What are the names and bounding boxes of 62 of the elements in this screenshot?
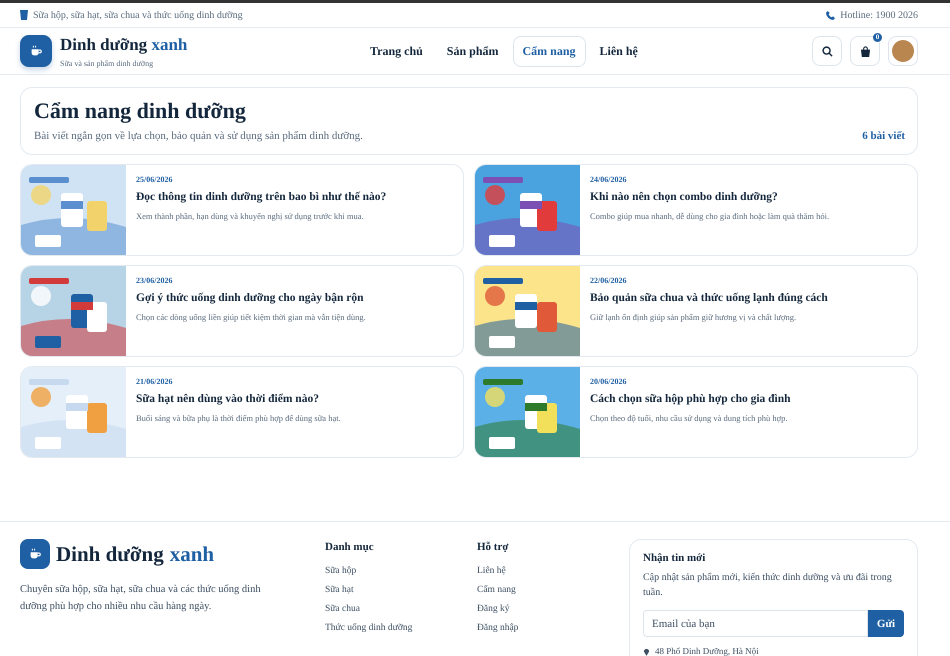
avatar-icon xyxy=(892,40,914,62)
article-date: 20/06/2026 xyxy=(590,377,628,386)
phone-icon xyxy=(826,10,836,20)
article-summary: Chọn theo độ tuổi, nhu cầu sử dụng và dung tích phù hợp. xyxy=(590,413,789,423)
article-card[interactable]: 23/06/2026 Gợi ý thức uống dinh dưỡng cho ngày bận rộn Chọn các dòng uống liền giúp tiết kiệm thời gian mà vẫn tiện dùng. xyxy=(20,265,464,357)
cup-logo-icon xyxy=(20,539,50,569)
footer-link[interactable]: Sữa chua xyxy=(325,604,477,614)
article-summary: Chọn các dòng uống liền giúp tiết kiệm thời gian mà vẫn tiện dùng. xyxy=(136,312,366,322)
article-summary: Buổi sáng và bữa phụ là thời điểm phù hợp để dùng sữa hạt. xyxy=(136,413,341,423)
article-card[interactable]: 20/06/2026 Cách chọn sữa hộp phù hợp cho gia đình Chọn theo độ tuổi, nhu cầu sử dụng và dung tích phù hợp. xyxy=(474,366,918,458)
search-button[interactable] xyxy=(812,36,842,66)
account-button[interactable] xyxy=(888,36,918,66)
article-title[interactable]: Khi nào nên chọn combo dinh dưỡng? xyxy=(590,191,830,203)
footer-heading: Hỗ trợ xyxy=(477,541,510,553)
footer-link[interactable]: Đăng ký xyxy=(477,604,629,614)
page-title: Cẩm nang dinh dưỡng xyxy=(34,98,247,124)
footer-link[interactable]: Đăng nhập xyxy=(477,623,629,633)
brand-subtitle: Sữa và sản phẩm dinh dưỡng xyxy=(60,58,154,68)
nav-link[interactable]: Trang chủ xyxy=(360,36,433,66)
brand-name[interactable]: Dinh dưỡng xanh xyxy=(60,34,188,54)
footer-link[interactable]: Sữa hộp xyxy=(325,566,477,576)
article-date: 25/06/2026 xyxy=(136,175,174,184)
article-summary: Combo giúp mua nhanh, dễ dùng cho gia đình hoặc làm quà thăm hỏi. xyxy=(590,211,830,221)
send-button[interactable]: Gửi xyxy=(868,610,904,637)
article-card[interactable]: 25/06/2026 Đọc thông tin dinh dưỡng trên bao bì như thế nào? Xem thành phần, hạn dùng và khuyến nghị sử dụng trước khi mua. xyxy=(20,164,464,256)
article-date: 21/06/2026 xyxy=(136,377,174,386)
article-card[interactable]: 22/06/2026 Bảo quản sữa chua và thức uống lạnh đúng cách Giữ lạnh ổn định giúp sản phẩm giữ hương vị và chất lượng. xyxy=(474,265,918,357)
article-date: 22/06/2026 xyxy=(590,276,628,285)
location-icon xyxy=(643,646,650,656)
article-title[interactable]: Bảo quản sữa chua và thức uống lạnh đúng cách xyxy=(590,292,828,304)
cup-icon xyxy=(20,10,28,20)
article-title[interactable]: Gợi ý thức uống dinh dưỡng cho ngày bận rộn xyxy=(136,292,366,304)
article-summary: Xem thành phần, hạn dùng và khuyến nghị sử dụng trước khi mua. xyxy=(136,211,365,221)
article-summary: Giữ lạnh ổn định giúp sản phẩm giữ hương vị và chất lượng. xyxy=(590,312,798,322)
nav-link[interactable]: Liên hệ xyxy=(590,36,648,66)
footer-link[interactable]: Liên hệ xyxy=(477,566,629,576)
footer-link[interactable]: Sữa hạt xyxy=(325,585,477,595)
nav-link[interactable]: Sản phẩm xyxy=(436,36,508,66)
article-card[interactable]: 21/06/2026 Sữa hạt nên dùng vào thời điểm nào? Buổi sáng và bữa phụ là thời điểm phù hợp để dùng sữa hạt. xyxy=(20,366,464,458)
footer-about: Chuyên sữa hộp, sữa hạt, sữa chua và các thức uống dinh dưỡng phù hợp cho nhiều nhu cầu hàng ngày. xyxy=(20,583,262,614)
footer-link[interactable]: Cẩm nang xyxy=(477,585,629,595)
page-description: Bài viết ngắn gọn về lựa chọn, bảo quản và sử dụng sản phẩm dinh dưỡng. xyxy=(34,130,363,142)
address: 48 Phố Dinh Dưỡng, Hà Nội xyxy=(655,646,759,656)
bag-icon xyxy=(860,46,870,56)
footer-heading: Danh mục xyxy=(325,541,375,553)
article-title[interactable]: Sữa hạt nên dùng vào thời điểm nào? xyxy=(136,393,341,405)
footer-link[interactable]: Thức uống dinh dưỡng xyxy=(325,623,477,633)
nav-link[interactable]: Cẩm nang xyxy=(512,36,586,66)
article-title[interactable]: Đọc thông tin dinh dưỡng trên bao bì như thế nào? xyxy=(136,191,386,203)
article-card[interactable]: 24/06/2026 Khi nào nên chọn combo dinh dưỡng? Combo giúp mua nhanh, dễ dùng cho gia đình hoặc làm quà thăm hỏi. xyxy=(474,164,918,256)
footer-brand[interactable]: Dinh dưỡng xanh xyxy=(20,539,325,569)
newsletter-text: Cập nhật sản phẩm mới, kiến thức dinh dưỡng và ưu đãi trong tuần. xyxy=(643,571,893,600)
hotline: Hotline: 1900 2026 xyxy=(840,10,918,20)
brand-logo[interactable] xyxy=(20,35,52,67)
article-title[interactable]: Cách chọn sữa hộp phù hợp cho gia đình xyxy=(590,393,791,405)
email-field[interactable]: Email của bạn xyxy=(643,610,868,637)
newsletter-title: Nhận tin mới xyxy=(643,552,706,564)
tagline: Sữa hộp, sữa hạt, sữa chua và thức uống dinh dưỡng xyxy=(33,10,243,20)
article-date: 23/06/2026 xyxy=(136,276,174,285)
article-count: 6 bài viết xyxy=(862,130,905,142)
article-date: 24/06/2026 xyxy=(590,175,628,184)
search-icon xyxy=(822,46,832,56)
